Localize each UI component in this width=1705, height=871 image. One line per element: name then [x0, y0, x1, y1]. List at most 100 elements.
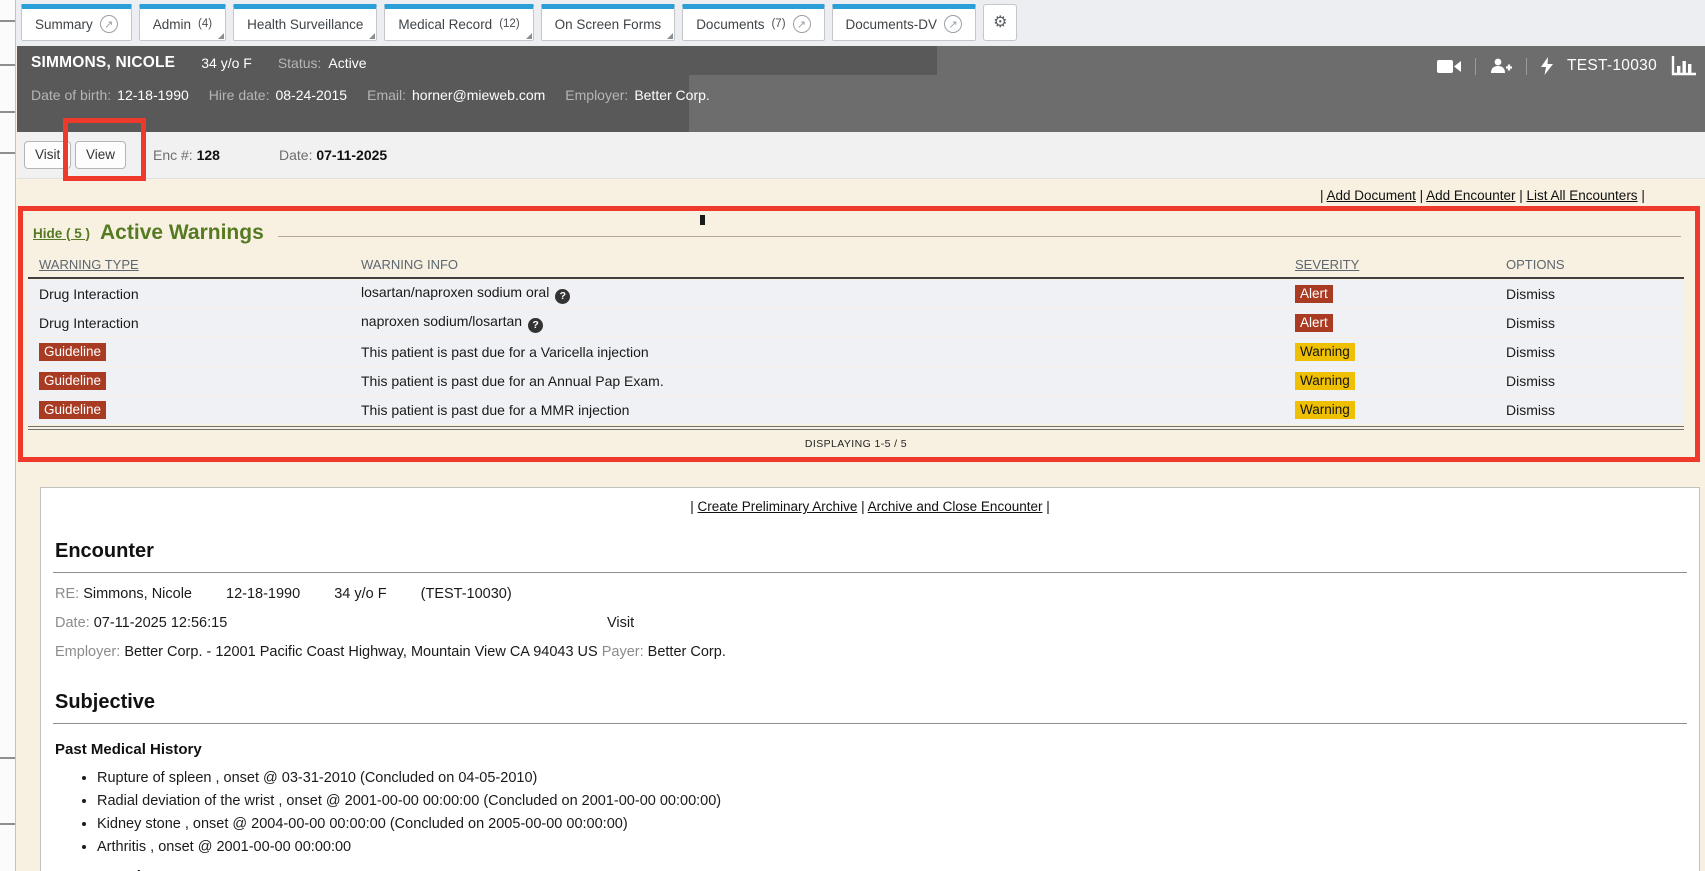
- dismiss-link[interactable]: Dismiss: [1506, 286, 1555, 302]
- dismiss-link[interactable]: Dismiss: [1506, 315, 1555, 331]
- create-preliminary-archive-link[interactable]: Create Preliminary Archive: [698, 499, 858, 514]
- edge-tick: [0, 152, 15, 154]
- edge-tick: [0, 823, 15, 825]
- tab-label: Summary: [35, 17, 93, 32]
- warning-info: This patient is past due for an Annual P…: [361, 373, 1295, 389]
- warning-info-text: losartan/naproxen sodium oral: [361, 284, 549, 300]
- tab-on-screen-forms[interactable]: On Screen Forms: [541, 4, 676, 41]
- pmh-item: Radial deviation of the wrist , onset @ …: [97, 790, 1699, 813]
- section-rule: [53, 572, 1687, 573]
- chart-icon[interactable]: [1671, 56, 1696, 76]
- add-user-icon[interactable]: [1490, 58, 1512, 74]
- help-icon[interactable]: ?: [555, 289, 570, 304]
- col-warning-type[interactable]: WARNING TYPE: [28, 257, 361, 272]
- warnings-table: WARNING TYPE WARNING INFO SEVERITY OPTIO…: [28, 253, 1684, 424]
- settings-button[interactable]: ⚙: [983, 4, 1017, 41]
- enc-label: Enc #:: [153, 147, 193, 163]
- dismiss-link[interactable]: Dismiss: [1506, 373, 1555, 389]
- dismiss-link[interactable]: Dismiss: [1506, 344, 1555, 360]
- col-severity[interactable]: SEVERITY: [1295, 257, 1506, 272]
- external-link-icon[interactable]: ↗: [793, 15, 811, 33]
- warning-options: Dismiss: [1506, 344, 1684, 360]
- warning-type: Guideline: [28, 343, 361, 361]
- type-badge-guideline: Guideline: [39, 401, 106, 419]
- list-all-encounters-link[interactable]: List All Encounters: [1527, 188, 1638, 203]
- warning-severity: Warning: [1295, 343, 1506, 361]
- video-camera-icon[interactable]: [1437, 59, 1461, 74]
- employer-label: Employer:: [55, 644, 120, 660]
- employer-value: Better Corp.: [634, 87, 709, 103]
- webchart-app: Summary ↗ Admin (4) Health Surveillance …: [0, 0, 1705, 871]
- col-warning-info: WARNING INFO: [361, 257, 1295, 272]
- employer-value: Better Corp. - 12001 Pacific Coast Highw…: [124, 644, 597, 660]
- edge-tick: [0, 757, 15, 759]
- help-icon[interactable]: ?: [528, 318, 543, 333]
- archive-and-close-link[interactable]: Archive and Close Encounter: [868, 499, 1043, 514]
- tab-summary[interactable]: Summary ↗: [21, 4, 132, 41]
- annotation-box-view: [63, 118, 146, 181]
- warning-options: Dismiss: [1506, 402, 1684, 418]
- warnings-table-header: WARNING TYPE WARNING INFO SEVERITY OPTIO…: [28, 253, 1684, 279]
- payer-label: Payer:: [602, 644, 644, 660]
- pmh-item: Kidney stone , onset @ 2004-00-00 00:00:…: [97, 813, 1699, 836]
- warning-row: Guideline This patient is past due for a…: [28, 338, 1684, 366]
- tab-documents[interactable]: Documents (7) ↗: [682, 4, 824, 41]
- tab-label: On Screen Forms: [555, 17, 662, 32]
- patient-header: SIMMONS, NICOLE 34 y/o F Status: Active …: [17, 46, 1705, 132]
- warning-info: This patient is past due for a MMR injec…: [361, 402, 1295, 418]
- dismiss-link[interactable]: Dismiss: [1506, 402, 1555, 418]
- encounter-date: Date: 07-11-2025: [279, 147, 387, 163]
- hide-warnings-link[interactable]: Hide ( 5 ): [33, 226, 90, 241]
- pipe: |: [1641, 188, 1645, 203]
- encounter-bar: Visit View Enc #: 128 Date: 07-11-2025: [17, 132, 1705, 179]
- tab-count: (12): [499, 18, 519, 30]
- date-value: 07-11-2025 12:56:15: [94, 615, 228, 631]
- warning-type: Guideline: [28, 401, 361, 419]
- tab-label: Documents: [696, 17, 764, 32]
- tab-medical-record[interactable]: Medical Record (12): [384, 4, 533, 41]
- add-encounter-link[interactable]: Add Encounter: [1426, 188, 1515, 203]
- encounter-document: | Create Preliminary Archive | Archive a…: [40, 487, 1700, 871]
- type-badge-guideline: Guideline: [39, 343, 106, 361]
- col-options: OPTIONS: [1506, 257, 1684, 272]
- tab-health-surveillance[interactable]: Health Surveillance: [233, 4, 377, 41]
- warning-type: Guideline: [28, 372, 361, 390]
- warnings-title: Active Warnings: [100, 221, 264, 245]
- external-link-icon[interactable]: ↗: [100, 15, 118, 33]
- patient-name: SIMMONS, NICOLE: [31, 54, 175, 72]
- severity-badge-warning: Warning: [1295, 401, 1355, 419]
- employer-line: Employer: Better Corp. - 12001 Pacific C…: [55, 644, 1699, 660]
- warning-info: This patient is past due for a Varicella…: [361, 344, 1295, 360]
- tab-documents-dv[interactable]: Documents-DV ↗: [832, 4, 977, 41]
- status-label: Status:: [278, 55, 322, 71]
- re-line: RE: Simmons, Nicole 12-18-1990 34 y/o F …: [55, 586, 1699, 602]
- pipe: |: [690, 499, 694, 514]
- warning-row: Guideline This patient is past due for a…: [28, 396, 1684, 424]
- pmh-heading: Past Medical History: [55, 741, 1699, 758]
- cursor-tick: [700, 215, 705, 225]
- warning-options: Dismiss: [1506, 286, 1684, 302]
- encounter-number: Enc #: 128: [153, 147, 220, 163]
- email-value: horner@mieweb.com: [412, 87, 545, 103]
- re-name: Simmons, Nicole: [83, 586, 192, 602]
- warning-severity: Warning: [1295, 401, 1506, 419]
- section-rule: [53, 723, 1687, 724]
- external-link-icon[interactable]: ↗: [944, 15, 962, 33]
- lightning-icon[interactable]: [1541, 57, 1553, 75]
- pipe: |: [1519, 188, 1523, 203]
- severity-badge-warning: Warning: [1295, 372, 1355, 390]
- left-edge-panel: [0, 0, 16, 871]
- patient-demographics-row: Date of birth:12-18-1990 Hire date:08-24…: [31, 84, 710, 106]
- divider: [1475, 58, 1476, 75]
- severity-badge-alert: Alert: [1295, 314, 1333, 332]
- archive-links: | Create Preliminary Archive | Archive a…: [41, 499, 1699, 514]
- tab-admin[interactable]: Admin (4): [139, 4, 226, 41]
- tab-bar: Summary ↗ Admin (4) Health Surveillance …: [21, 4, 1017, 41]
- add-document-link[interactable]: Add Document: [1327, 188, 1416, 203]
- divider: [1526, 58, 1527, 75]
- status-value: Active: [328, 55, 366, 71]
- enc-date-value: 07-11-2025: [316, 147, 387, 163]
- re-dob: 12-18-1990: [226, 586, 300, 602]
- date-line: Date: 07-11-2025 12:56:15 Visit: [55, 615, 1699, 631]
- enc-value: 128: [197, 147, 220, 163]
